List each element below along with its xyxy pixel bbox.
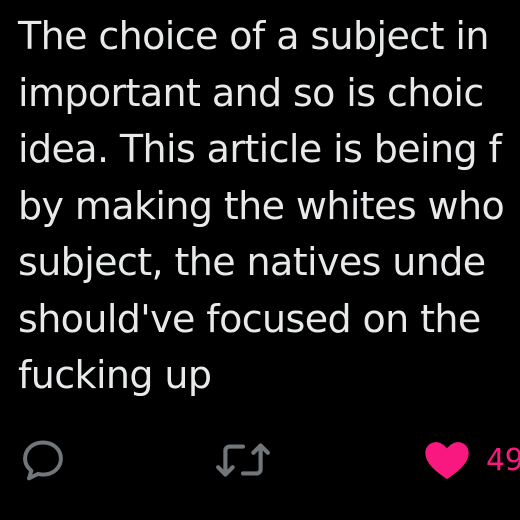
- tweet-text-line: should've focused on the: [18, 296, 481, 341]
- tweet-action-bar: 49: [0, 430, 520, 490]
- tweet-text-line: fucking up: [18, 353, 212, 397]
- like-count: 49: [486, 442, 520, 478]
- tweet-text-viewport: The choice of a subject in important and…: [0, 0, 520, 420]
- heart-icon: [422, 435, 472, 485]
- tweet-text-line: subject, the natives unde: [18, 240, 486, 284]
- retweet-icon: [214, 435, 272, 485]
- tweet-text: The choice of a subject in important and…: [18, 8, 520, 404]
- reply-icon: [18, 435, 68, 485]
- like-button[interactable]: 49: [422, 430, 520, 490]
- retweet-button[interactable]: [214, 430, 272, 490]
- tweet-text-line: important and so is choic: [18, 70, 484, 115]
- tweet-text-line: idea. This article is being f: [18, 127, 502, 171]
- tweet-text-line: The choice of a subject in: [18, 14, 489, 58]
- tweet-text-line: by making the whites who: [18, 183, 505, 228]
- reply-button[interactable]: [18, 430, 68, 490]
